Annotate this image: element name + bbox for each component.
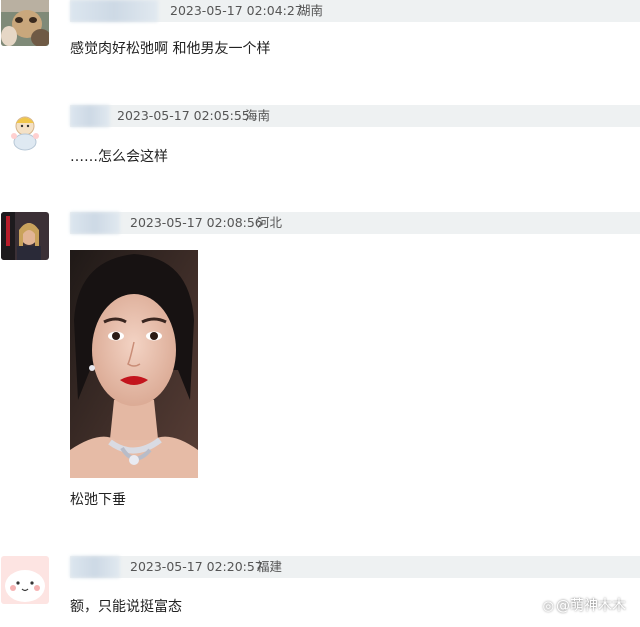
comment-timestamp: 2023-05-17 02:20:57 <box>130 559 263 574</box>
username-blurred[interactable] <box>70 212 120 234</box>
username-blurred[interactable] <box>70 0 158 22</box>
source-watermark: ◎ @萌神木木 <box>543 595 626 615</box>
comment-meta-bar: 2023-05-17 02:05:55 海南 <box>70 105 640 127</box>
avatar[interactable] <box>1 212 49 260</box>
avatar[interactable] <box>1 556 49 604</box>
comment-timestamp: 2023-05-17 02:04:27 <box>170 3 303 18</box>
comment-item: 2023-05-17 02:04:27 湖南 感觉肉好松弛啊 和他男友一个样 <box>0 0 640 80</box>
comment-timestamp: 2023-05-17 02:05:55 <box>117 108 250 123</box>
comment-location: 海南 <box>245 108 271 123</box>
comment-location: 福建 <box>257 559 283 574</box>
avatar-image <box>1 556 49 604</box>
portrait-image <box>70 250 198 478</box>
comment-text: ……怎么会这样 <box>70 149 168 165</box>
username-blurred[interactable] <box>70 556 120 578</box>
username-blurred[interactable] <box>70 105 110 127</box>
comment-location: 湖南 <box>298 3 324 18</box>
comment-meta-bar: 2023-05-17 02:08:56 河北 <box>70 212 640 234</box>
comment-location: 河北 <box>257 215 283 230</box>
avatar-image <box>1 108 49 156</box>
avatar[interactable] <box>1 108 49 156</box>
comment-text: 松弛下垂 <box>70 492 126 508</box>
comment-text: 感觉肉好松弛啊 和他男友一个样 <box>70 41 271 57</box>
watermark-text: @萌神木木 <box>556 598 626 614</box>
comment-item: 2023-05-17 02:05:55 海南 ……怎么会这样 <box>0 100 640 190</box>
weibo-at-icon: ◎ <box>542 599 554 614</box>
comment-photo[interactable] <box>70 250 198 478</box>
avatar-image <box>1 212 49 260</box>
comment-item: 2023-05-17 02:20:57 福建 额，只能说挺富态 <box>0 550 640 627</box>
avatar-image <box>1 0 49 46</box>
comment-meta-bar: 2023-05-17 02:04:27 湖南 <box>70 0 640 22</box>
comment-timestamp: 2023-05-17 02:08:56 <box>130 215 263 230</box>
comment-text: 额，只能说挺富态 <box>70 599 182 615</box>
avatar[interactable] <box>1 0 49 46</box>
comment-meta-bar: 2023-05-17 02:20:57 福建 <box>70 556 640 578</box>
